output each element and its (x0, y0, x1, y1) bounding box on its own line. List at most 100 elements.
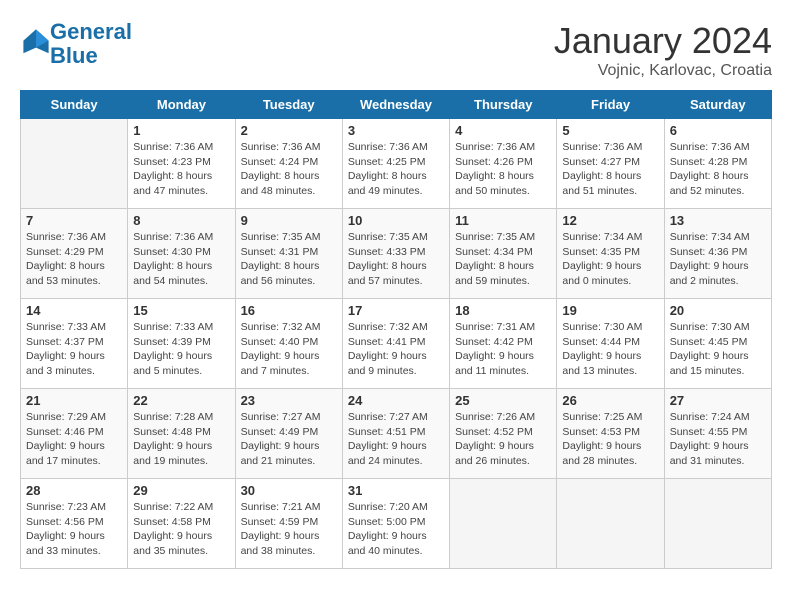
sunset-label: Sunset: 4:53 PM (562, 426, 640, 438)
logo: General Blue (20, 20, 132, 68)
calendar-cell: 9 Sunrise: 7:35 AM Sunset: 4:31 PM Dayli… (235, 209, 342, 299)
day-number: 19 (562, 303, 658, 318)
daylight-label: Daylight: 8 hours and 53 minutes. (26, 260, 105, 287)
day-number: 1 (133, 123, 229, 138)
sunset-label: Sunset: 4:30 PM (133, 246, 211, 258)
sunrise-label: Sunrise: 7:36 AM (241, 141, 321, 153)
day-header-monday: Monday (128, 91, 235, 119)
calendar-cell: 5 Sunrise: 7:36 AM Sunset: 4:27 PM Dayli… (557, 119, 664, 209)
sunrise-label: Sunrise: 7:36 AM (26, 231, 106, 243)
calendar-week-3: 14 Sunrise: 7:33 AM Sunset: 4:37 PM Dayl… (21, 299, 772, 389)
daylight-label: Daylight: 9 hours and 15 minutes. (670, 350, 749, 377)
calendar-cell: 4 Sunrise: 7:36 AM Sunset: 4:26 PM Dayli… (450, 119, 557, 209)
calendar-cell: 17 Sunrise: 7:32 AM Sunset: 4:41 PM Dayl… (342, 299, 449, 389)
calendar-cell: 1 Sunrise: 7:36 AM Sunset: 4:23 PM Dayli… (128, 119, 235, 209)
sunrise-label: Sunrise: 7:35 AM (348, 231, 428, 243)
day-info: Sunrise: 7:29 AM Sunset: 4:46 PM Dayligh… (26, 410, 122, 469)
sunset-label: Sunset: 4:31 PM (241, 246, 319, 258)
day-info: Sunrise: 7:35 AM Sunset: 4:34 PM Dayligh… (455, 230, 551, 289)
sunset-label: Sunset: 4:33 PM (348, 246, 426, 258)
calendar-cell: 10 Sunrise: 7:35 AM Sunset: 4:33 PM Dayl… (342, 209, 449, 299)
sunrise-label: Sunrise: 7:36 AM (670, 141, 750, 153)
day-number: 25 (455, 393, 551, 408)
sunrise-label: Sunrise: 7:23 AM (26, 501, 106, 513)
day-info: Sunrise: 7:36 AM Sunset: 4:24 PM Dayligh… (241, 140, 337, 199)
daylight-label: Daylight: 9 hours and 38 minutes. (241, 530, 320, 557)
day-number: 23 (241, 393, 337, 408)
day-info: Sunrise: 7:34 AM Sunset: 4:36 PM Dayligh… (670, 230, 766, 289)
sunset-label: Sunset: 4:37 PM (26, 336, 104, 348)
title-section: January 2024 Vojnic, Karlovac, Croatia (554, 20, 772, 80)
day-number: 27 (670, 393, 766, 408)
calendar-cell: 22 Sunrise: 7:28 AM Sunset: 4:48 PM Dayl… (128, 389, 235, 479)
daylight-label: Daylight: 9 hours and 33 minutes. (26, 530, 105, 557)
calendar-week-2: 7 Sunrise: 7:36 AM Sunset: 4:29 PM Dayli… (21, 209, 772, 299)
daylight-label: Daylight: 8 hours and 47 minutes. (133, 170, 212, 197)
sunrise-label: Sunrise: 7:36 AM (133, 231, 213, 243)
daylight-label: Daylight: 8 hours and 51 minutes. (562, 170, 641, 197)
sunrise-label: Sunrise: 7:36 AM (348, 141, 428, 153)
sunset-label: Sunset: 4:36 PM (670, 246, 748, 258)
day-number: 16 (241, 303, 337, 318)
daylight-label: Daylight: 9 hours and 5 minutes. (133, 350, 212, 377)
sunset-label: Sunset: 4:23 PM (133, 156, 211, 168)
day-number: 5 (562, 123, 658, 138)
daylight-label: Daylight: 8 hours and 56 minutes. (241, 260, 320, 287)
calendar-week-1: 1 Sunrise: 7:36 AM Sunset: 4:23 PM Dayli… (21, 119, 772, 209)
sunrise-label: Sunrise: 7:22 AM (133, 501, 213, 513)
day-number: 15 (133, 303, 229, 318)
calendar-week-4: 21 Sunrise: 7:29 AM Sunset: 4:46 PM Dayl… (21, 389, 772, 479)
sunrise-label: Sunrise: 7:20 AM (348, 501, 428, 513)
calendar-cell: 16 Sunrise: 7:32 AM Sunset: 4:40 PM Dayl… (235, 299, 342, 389)
daylight-label: Daylight: 9 hours and 40 minutes. (348, 530, 427, 557)
calendar-cell: 15 Sunrise: 7:33 AM Sunset: 4:39 PM Dayl… (128, 299, 235, 389)
calendar-cell: 7 Sunrise: 7:36 AM Sunset: 4:29 PM Dayli… (21, 209, 128, 299)
day-info: Sunrise: 7:36 AM Sunset: 4:30 PM Dayligh… (133, 230, 229, 289)
sunset-label: Sunset: 4:46 PM (26, 426, 104, 438)
day-info: Sunrise: 7:36 AM Sunset: 4:29 PM Dayligh… (26, 230, 122, 289)
day-number: 4 (455, 123, 551, 138)
sunset-label: Sunset: 4:58 PM (133, 516, 211, 528)
calendar-cell: 20 Sunrise: 7:30 AM Sunset: 4:45 PM Dayl… (664, 299, 771, 389)
location: Vojnic, Karlovac, Croatia (554, 62, 772, 80)
sunset-label: Sunset: 4:56 PM (26, 516, 104, 528)
sunrise-label: Sunrise: 7:34 AM (562, 231, 642, 243)
day-header-thursday: Thursday (450, 91, 557, 119)
day-number: 9 (241, 213, 337, 228)
daylight-label: Daylight: 8 hours and 57 minutes. (348, 260, 427, 287)
day-info: Sunrise: 7:36 AM Sunset: 4:26 PM Dayligh… (455, 140, 551, 199)
sunrise-label: Sunrise: 7:36 AM (455, 141, 535, 153)
day-info: Sunrise: 7:36 AM Sunset: 4:25 PM Dayligh… (348, 140, 444, 199)
day-info: Sunrise: 7:28 AM Sunset: 4:48 PM Dayligh… (133, 410, 229, 469)
day-number: 17 (348, 303, 444, 318)
calendar-cell (557, 479, 664, 569)
calendar-cell: 25 Sunrise: 7:26 AM Sunset: 4:52 PM Dayl… (450, 389, 557, 479)
calendar-cell: 26 Sunrise: 7:25 AM Sunset: 4:53 PM Dayl… (557, 389, 664, 479)
day-info: Sunrise: 7:34 AM Sunset: 4:35 PM Dayligh… (562, 230, 658, 289)
sunrise-label: Sunrise: 7:35 AM (241, 231, 321, 243)
sunrise-label: Sunrise: 7:27 AM (241, 411, 321, 423)
day-header-saturday: Saturday (664, 91, 771, 119)
day-number: 2 (241, 123, 337, 138)
day-info: Sunrise: 7:20 AM Sunset: 5:00 PM Dayligh… (348, 500, 444, 559)
daylight-label: Daylight: 9 hours and 17 minutes. (26, 440, 105, 467)
daylight-label: Daylight: 9 hours and 28 minutes. (562, 440, 641, 467)
daylight-label: Daylight: 9 hours and 19 minutes. (133, 440, 212, 467)
sunset-label: Sunset: 4:59 PM (241, 516, 319, 528)
calendar-cell (21, 119, 128, 209)
calendar-cell: 27 Sunrise: 7:24 AM Sunset: 4:55 PM Dayl… (664, 389, 771, 479)
sunset-label: Sunset: 4:45 PM (670, 336, 748, 348)
calendar-cell (450, 479, 557, 569)
day-number: 21 (26, 393, 122, 408)
day-header-wednesday: Wednesday (342, 91, 449, 119)
day-number: 10 (348, 213, 444, 228)
sunset-label: Sunset: 4:27 PM (562, 156, 640, 168)
daylight-label: Daylight: 9 hours and 31 minutes. (670, 440, 749, 467)
daylight-label: Daylight: 8 hours and 50 minutes. (455, 170, 534, 197)
day-info: Sunrise: 7:35 AM Sunset: 4:33 PM Dayligh… (348, 230, 444, 289)
day-info: Sunrise: 7:36 AM Sunset: 4:28 PM Dayligh… (670, 140, 766, 199)
day-header-sunday: Sunday (21, 91, 128, 119)
logo-text: General Blue (50, 20, 132, 68)
daylight-label: Daylight: 9 hours and 21 minutes. (241, 440, 320, 467)
sunrise-label: Sunrise: 7:21 AM (241, 501, 321, 513)
